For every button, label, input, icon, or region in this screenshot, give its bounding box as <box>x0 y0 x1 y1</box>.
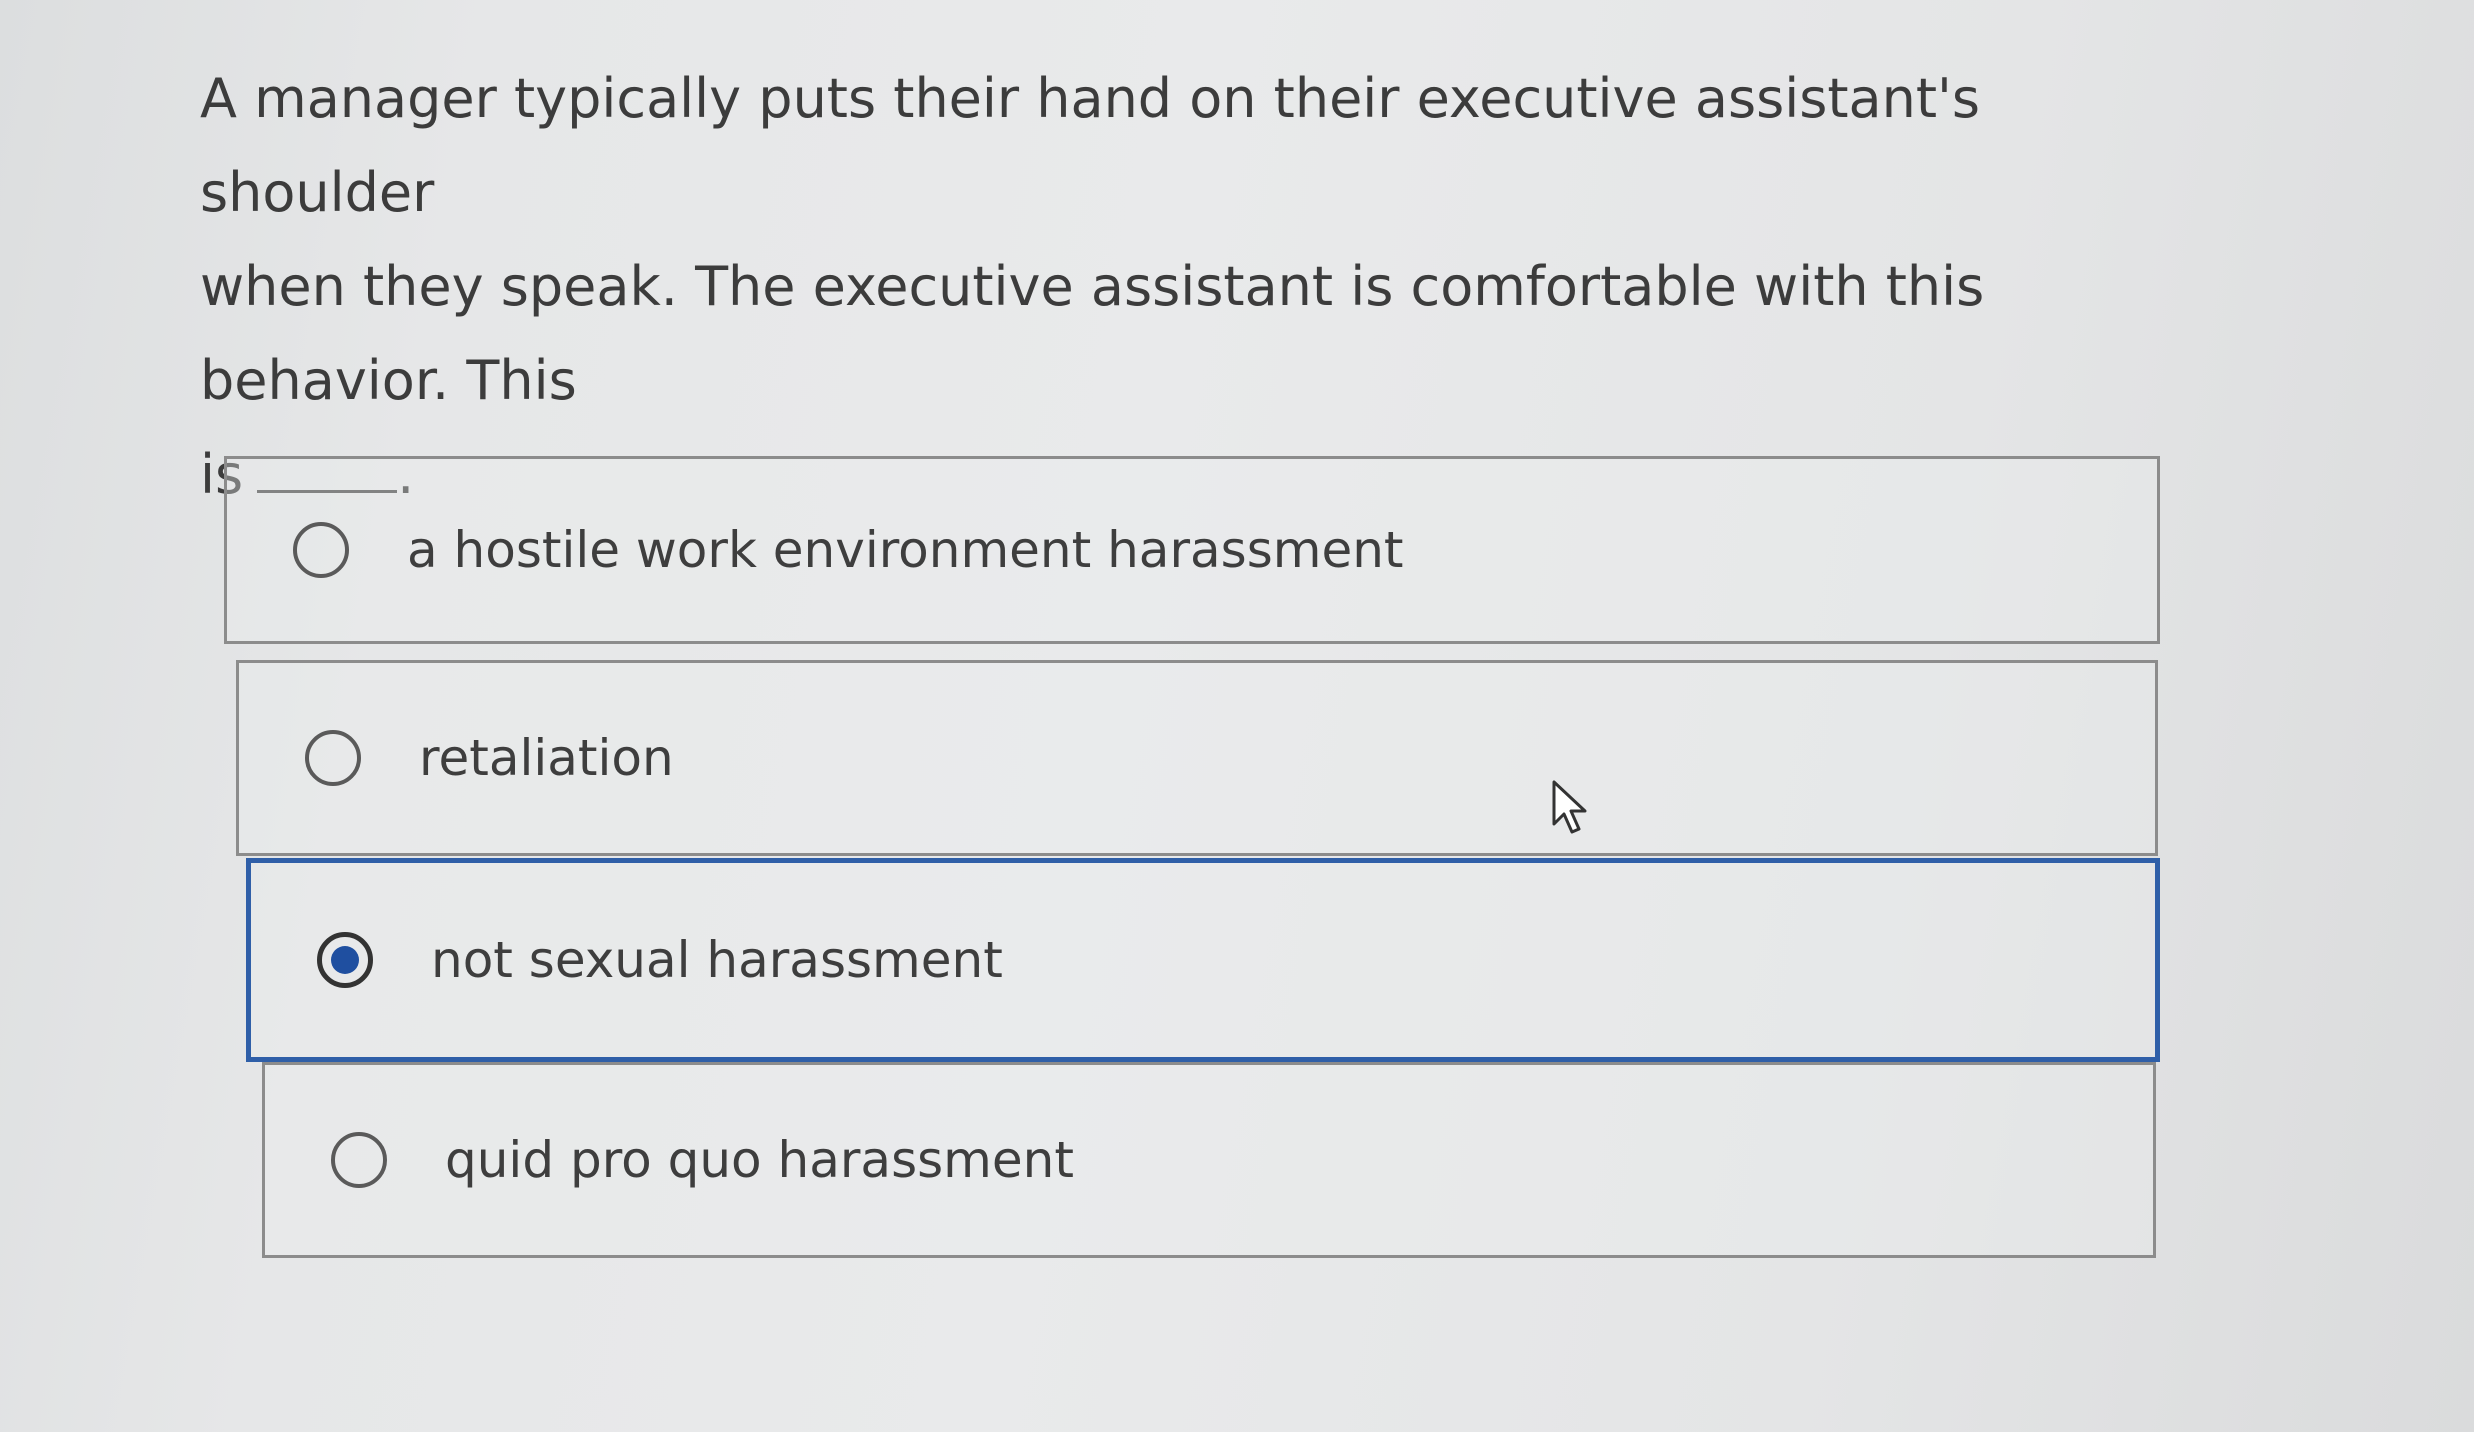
radio-button-icon[interactable] <box>293 522 349 578</box>
option-label: not sexual harassment <box>431 931 1003 989</box>
option-quid-pro-quo[interactable]: quid pro quo harassment <box>262 1062 2156 1258</box>
option-label: retaliation <box>419 729 674 787</box>
answer-options: a hostile work environment harassment re… <box>0 0 2474 1432</box>
option-not-sexual-harassment[interactable]: not sexual harassment <box>246 858 2160 1062</box>
option-label: quid pro quo harassment <box>445 1131 1074 1189</box>
mouse-pointer-icon <box>1552 780 1587 834</box>
radio-button-icon[interactable] <box>331 1132 387 1188</box>
radio-button-selected-icon[interactable] <box>317 932 373 988</box>
option-retaliation[interactable]: retaliation <box>236 660 2158 856</box>
radio-button-icon[interactable] <box>305 730 361 786</box>
option-label: a hostile work environment harassment <box>407 521 1404 579</box>
radio-selected-dot-icon <box>331 946 359 974</box>
option-hostile-work-environment[interactable]: a hostile work environment harassment <box>224 456 2160 644</box>
